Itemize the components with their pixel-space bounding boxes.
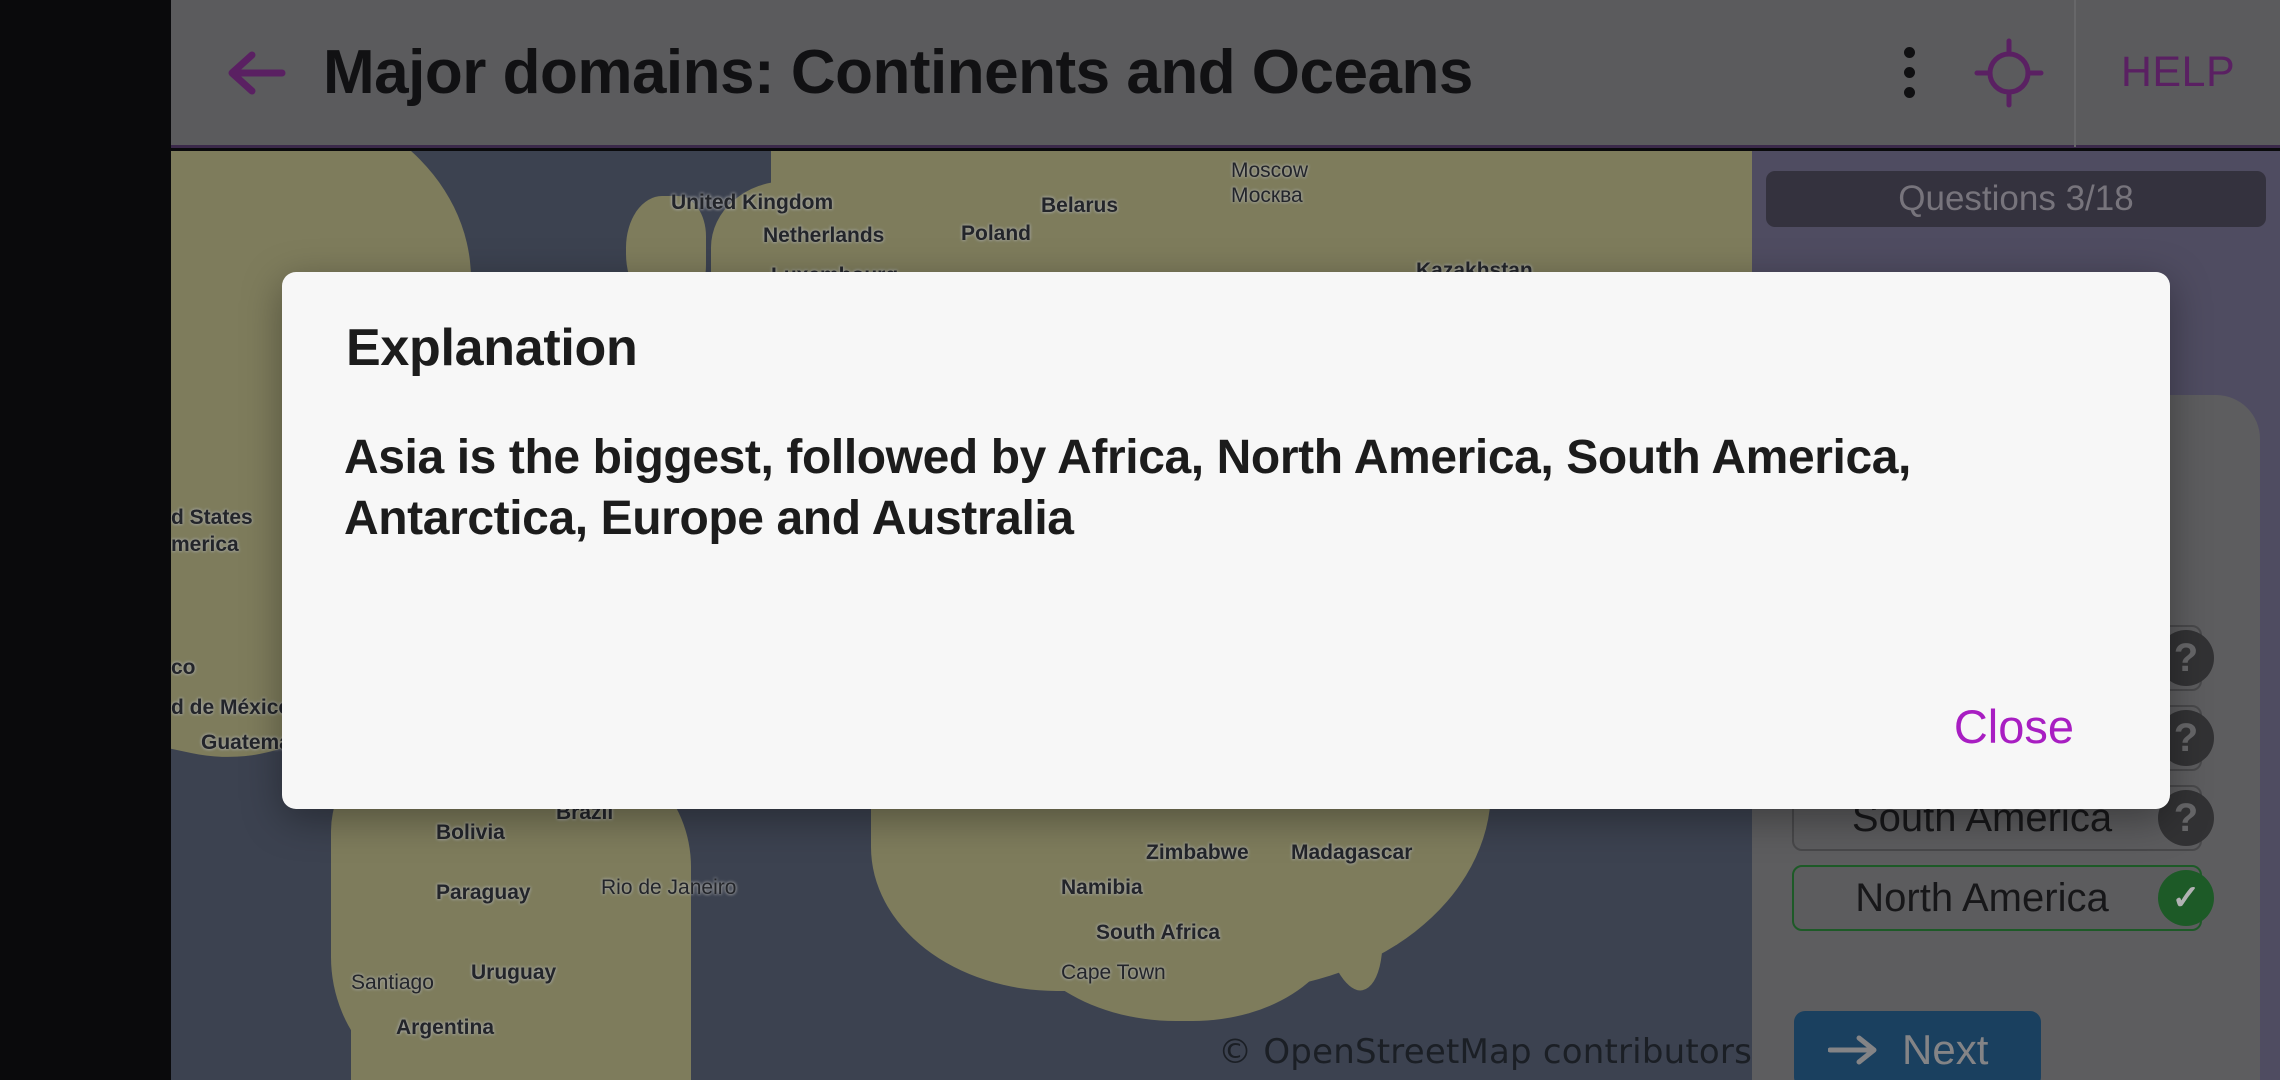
map-label: Santiago [351, 971, 434, 994]
next-button-label: Next [1902, 1025, 1989, 1073]
map-label: Cape Town [1061, 961, 1166, 984]
map-label: Moscow [1231, 159, 1309, 182]
map-label: Uruguay [471, 961, 557, 984]
map-label: Netherlands [763, 224, 885, 247]
map-label: South Africa [1096, 921, 1221, 944]
map-label: merica [171, 533, 239, 556]
dialog-body-text: Asia is the biggest, followed by Africa,… [344, 431, 1911, 546]
help-button[interactable]: HELP [2074, 0, 2280, 147]
map-label: Москва [1231, 184, 1303, 207]
locate-button[interactable] [1944, 18, 2074, 128]
map-label: Poland [961, 222, 1032, 245]
dialog-close-button[interactable]: Close [1954, 699, 2074, 754]
kebab-dot [1903, 47, 1915, 58]
landmass-africa-south [1011, 791, 1341, 1021]
map-label: Zimbabwe [1146, 841, 1249, 864]
back-button[interactable] [201, 48, 311, 98]
map-label: Rio de Janeiro [601, 876, 737, 899]
dialog-title: Explanation [346, 319, 638, 377]
app-header: Major domains: Continents and Oceans HEL… [171, 0, 2280, 148]
kebab-dot [1903, 67, 1915, 78]
arrow-right-icon [1828, 1035, 1877, 1064]
map-label: d States [171, 506, 253, 529]
map-label: Guatema [201, 731, 291, 754]
page-title: Major domains: Continents and Oceans [323, 38, 1473, 107]
map-label: United Kingdom [671, 191, 834, 214]
answer-option-label: North America [1855, 875, 2109, 920]
answer-option[interactable]: North America ✓ [1792, 865, 2214, 931]
kebab-dot [1903, 87, 1915, 98]
map-label: Argentina [396, 1016, 495, 1039]
kebab-menu-icon[interactable] [1874, 28, 1944, 118]
correct-check-icon: ✓ [2158, 870, 2214, 926]
next-button[interactable]: Next [1794, 1011, 2041, 1080]
help-button-label: HELP [2120, 48, 2236, 96]
question-counter[interactable]: Questions 3/18 [1766, 171, 2266, 227]
map-label: Namibia [1061, 876, 1143, 899]
left-black-gutter [0, 0, 171, 1080]
map-label: Belarus [1041, 194, 1119, 217]
osm-attribution[interactable]: © OpenStreetMap contributors [1218, 1032, 1752, 1072]
gps-crosshair-icon [1974, 38, 2044, 107]
arrow-left-icon [228, 51, 286, 94]
map-label: Paraguay [436, 881, 531, 904]
explanation-dialog: Explanation Asia is the biggest, followe… [282, 272, 2170, 809]
map-label: d de México [171, 696, 292, 719]
map-label: Madagascar [1291, 841, 1413, 864]
map-label: co [171, 656, 196, 679]
map-label: Bolivia [436, 821, 505, 844]
app-screen: United KingdomNetherlandsLuxembourgSlova… [0, 0, 2280, 1080]
